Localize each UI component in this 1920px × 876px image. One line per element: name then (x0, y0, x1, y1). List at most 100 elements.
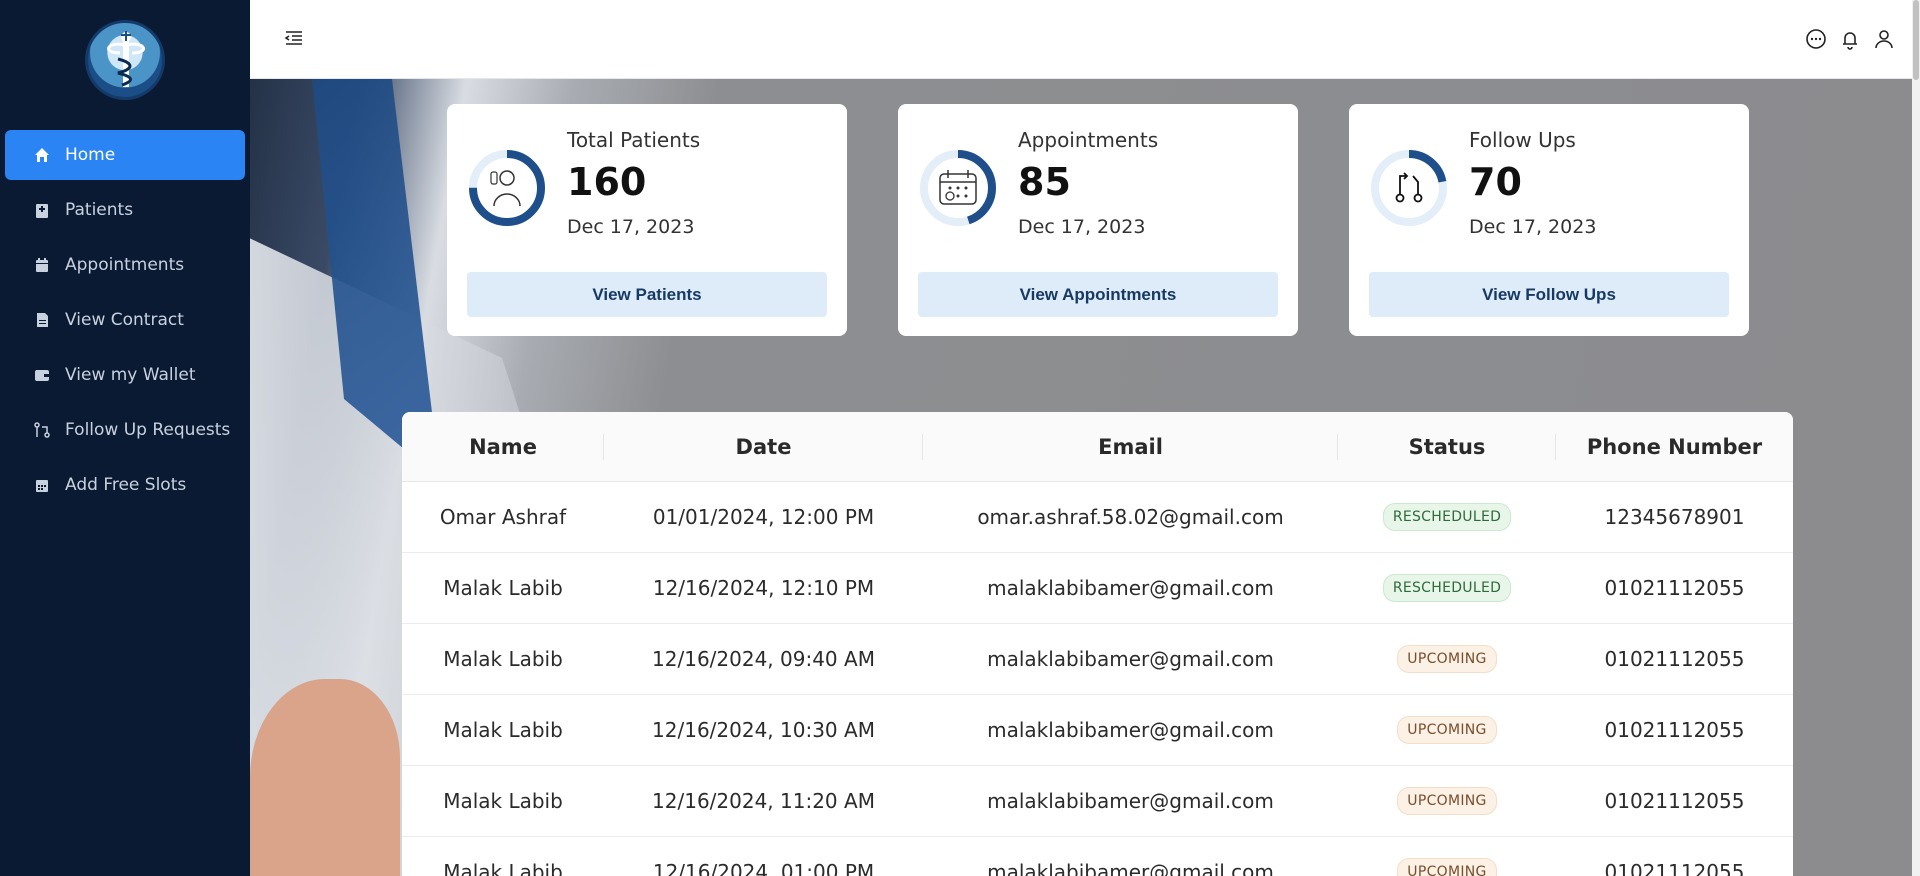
status-badge: RESCHEDULED (1382, 574, 1512, 602)
cell-date: 12/16/2024, 09:40 AM (652, 647, 875, 671)
sidebar-item-view-contract[interactable]: View Contract (5, 295, 245, 345)
cell-date: 12/16/2024, 11:20 AM (652, 789, 875, 813)
cell-phone: 01021112055 (1604, 789, 1745, 813)
sidebar-item-label: Add Free Slots (65, 475, 187, 495)
file-icon (33, 311, 51, 329)
sidebar-item-patients[interactable]: Patients (5, 185, 245, 235)
hand-shape (250, 679, 400, 876)
sidebar-item-label: Home (65, 145, 116, 165)
status-badge: RESCHEDULED (1382, 503, 1512, 531)
wallet-icon (33, 366, 51, 384)
scrollbar-thumb[interactable] (1913, 0, 1919, 80)
calendar-icon (33, 256, 51, 274)
cell-phone: 01021112055 (1604, 860, 1745, 876)
cell-name: Malak Labib (443, 718, 563, 742)
doctor-icon (490, 170, 521, 207)
cell-status: RESCHEDULED (1338, 482, 1556, 552)
sidebar-item-label: Follow Up Requests (65, 420, 231, 440)
card-value: 70 (1469, 160, 1522, 204)
home-icon (33, 146, 51, 164)
cell-phone: 01021112055 (1604, 576, 1745, 600)
cell-email: malaklabibamer@gmail.com (987, 860, 1274, 876)
status-badge: UPCOMING (1397, 858, 1497, 876)
cell-phone: 01021112055 (1604, 718, 1745, 742)
git-compare-icon (33, 421, 51, 439)
sidebar-item-label: Patients (65, 200, 134, 220)
table-row[interactable]: Malak Labib 12/16/2024, 11:20 AM malakla… (402, 766, 1793, 837)
table-row[interactable]: Omar Ashraf 01/01/2024, 12:00 PM omar.as… (402, 482, 1793, 553)
column-header-phone[interactable]: Phone Number (1556, 412, 1793, 481)
table-row[interactable]: Malak Labib 12/16/2024, 12:10 PM malakla… (402, 553, 1793, 624)
cell-status: UPCOMING (1338, 695, 1556, 765)
sidebar: Home Patients Appointments View Contract… (0, 0, 250, 876)
view-appointments-button[interactable]: View Appointments (918, 272, 1278, 317)
progress-ring (1371, 150, 1447, 226)
sidebar-item-appointments[interactable]: Appointments (5, 240, 245, 290)
cell-email: malaklabibamer@gmail.com (987, 576, 1274, 600)
card-date: Dec 17, 2023 (1469, 216, 1597, 238)
stat-card-appointments: Appointments 85 Dec 17, 2023 View Appoin… (898, 104, 1298, 336)
column-header-email[interactable]: Email (923, 412, 1338, 481)
column-header-name[interactable]: Name (402, 412, 604, 481)
topbar-actions (1805, 28, 1895, 50)
sidebar-item-wallet[interactable]: View my Wallet (5, 350, 245, 400)
view-patients-button[interactable]: View Patients (467, 272, 827, 317)
sidebar-item-label: View Contract (65, 310, 184, 330)
sidebar-item-label: View my Wallet (65, 365, 196, 385)
table-row[interactable]: Malak Labib 12/16/2024, 01:00 PM malakla… (402, 837, 1793, 876)
cell-email: malaklabibamer@gmail.com (987, 718, 1274, 742)
stat-card-follow-ups: Follow Ups 70 Dec 17, 2023 View Follow U… (1349, 104, 1749, 336)
column-header-date[interactable]: Date (604, 412, 923, 481)
git-compare-icon (1395, 172, 1423, 203)
cell-name: Omar Ashraf (439, 505, 567, 529)
card-title: Follow Ups (1469, 128, 1576, 152)
menu-collapse-icon[interactable] (284, 28, 306, 50)
table-row[interactable]: Malak Labib 12/16/2024, 09:40 AM malakla… (402, 624, 1793, 695)
page-scrollbar[interactable] (1912, 0, 1920, 876)
card-title: Total Patients (567, 128, 701, 152)
cell-email: omar.ashraf.58.02@gmail.com (977, 505, 1284, 529)
sidebar-item-add-free-slots[interactable]: Add Free Slots (5, 460, 245, 510)
cell-email: malaklabibamer@gmail.com (987, 789, 1274, 813)
stat-card-total-patients: Total Patients 160 Dec 17, 2023 View Pat… (447, 104, 847, 336)
card-date: Dec 17, 2023 (567, 216, 695, 238)
cell-status: UPCOMING (1338, 837, 1556, 876)
calendar-grid-icon (33, 476, 51, 494)
chat-icon[interactable] (1805, 28, 1827, 50)
table-row[interactable]: Malak Labib 12/16/2024, 10:30 AM malakla… (402, 695, 1793, 766)
hospital-icon (33, 201, 51, 219)
card-value: 85 (1018, 160, 1071, 204)
caduceus-logo[interactable] (85, 20, 165, 100)
cell-date: 01/01/2024, 12:00 PM (652, 505, 875, 529)
progress-ring (920, 150, 996, 226)
cell-date: 12/16/2024, 01:00 PM (652, 860, 875, 876)
status-badge: UPCOMING (1397, 716, 1497, 744)
sidebar-item-label: Appointments (65, 255, 185, 275)
progress-ring (469, 150, 545, 226)
bell-icon[interactable] (1839, 28, 1861, 50)
card-title: Appointments (1018, 128, 1159, 152)
cell-name: Malak Labib (443, 789, 563, 813)
sidebar-nav: Home Patients Appointments View Contract… (5, 130, 245, 515)
card-date: Dec 17, 2023 (1018, 216, 1146, 238)
user-icon[interactable] (1873, 28, 1895, 50)
column-header-status[interactable]: Status (1338, 412, 1556, 481)
appointments-table: Name Date Email Status Phone Number Omar… (402, 412, 1793, 876)
cell-status: RESCHEDULED (1338, 553, 1556, 623)
cell-name: Malak Labib (443, 860, 563, 876)
sidebar-item-home[interactable]: Home (5, 130, 245, 180)
cell-phone: 12345678901 (1604, 505, 1745, 529)
card-value: 160 (567, 160, 647, 204)
cell-status: UPCOMING (1338, 766, 1556, 836)
cell-date: 12/16/2024, 10:30 AM (652, 718, 875, 742)
sidebar-item-follow-up-requests[interactable]: Follow Up Requests (5, 405, 245, 455)
cell-name: Malak Labib (443, 647, 563, 671)
view-follow-ups-button[interactable]: View Follow Ups (1369, 272, 1729, 317)
cell-date: 12/16/2024, 12:10 PM (652, 576, 875, 600)
calendar-check-icon (939, 170, 977, 205)
cell-phone: 01021112055 (1604, 647, 1745, 671)
status-badge: UPCOMING (1397, 645, 1497, 673)
cell-email: malaklabibamer@gmail.com (987, 647, 1274, 671)
topbar (250, 0, 1920, 79)
cell-name: Malak Labib (443, 576, 563, 600)
